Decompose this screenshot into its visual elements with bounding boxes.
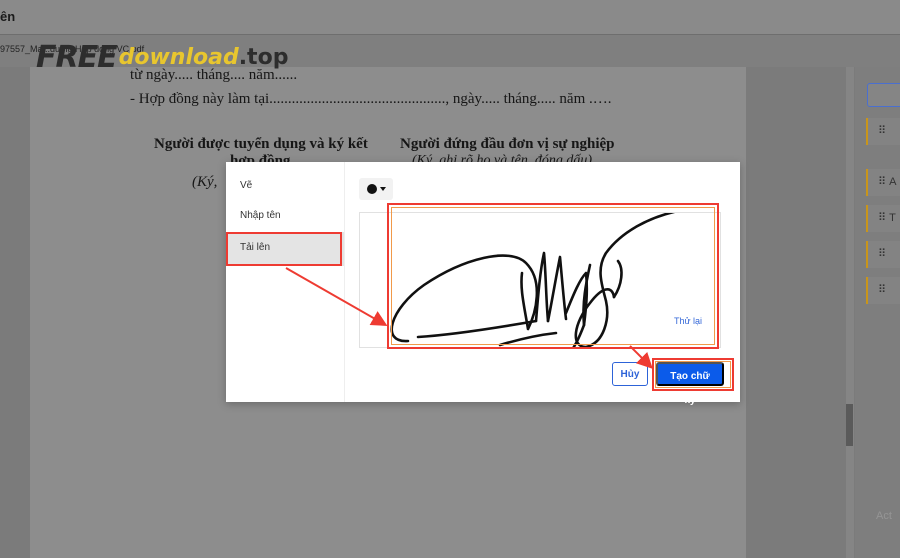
freedownload-logo: FREEdownload.top bbox=[36, 40, 289, 75]
right-panel-item[interactable]: ⠿ T bbox=[866, 205, 900, 232]
drag-handle-icon: ⠿ bbox=[878, 125, 887, 137]
right-panel-item[interactable]: ⠿ bbox=[866, 277, 900, 304]
drag-handle-icon: ⠿ bbox=[878, 176, 887, 188]
doc-heading-employee: Người được tuyển dụng và ký kết bbox=[154, 136, 368, 152]
drag-handle-icon: ⠿ bbox=[878, 248, 887, 260]
app-title: ên bbox=[0, 9, 16, 24]
right-panel-item[interactable]: ⠿ A bbox=[866, 169, 900, 196]
signature-dialog: Vẽ Nhập tên Tải lên Thử lại Hủy Tạo chữ … bbox=[226, 162, 740, 406]
signature-preview[interactable] bbox=[359, 209, 721, 355]
tab-draw[interactable]: Vẽ bbox=[226, 170, 344, 204]
right-panel-item[interactable]: ⠿ bbox=[866, 241, 900, 268]
retry-link[interactable]: Thử lại bbox=[674, 316, 702, 326]
doc-heading-head: Người đứng đầu đơn vị sự nghiệp bbox=[400, 136, 615, 152]
logo-download: download bbox=[118, 45, 239, 70]
chevron-down-icon bbox=[380, 187, 386, 191]
tab-type-name[interactable]: Nhập tên bbox=[226, 200, 344, 234]
tab-upload[interactable]: Tải lên bbox=[226, 232, 344, 266]
signature-image bbox=[390, 209, 680, 355]
scrollbar-thumb[interactable] bbox=[846, 404, 853, 446]
right-panel-item[interactable]: ⠿ bbox=[866, 118, 900, 145]
doc-sign-note: (Ký, bbox=[192, 174, 218, 190]
doc-line-place: - Hợp đồng này làm tại..................… bbox=[130, 91, 612, 107]
right-panel-button[interactable] bbox=[867, 83, 900, 107]
logo-top: .top bbox=[238, 45, 289, 70]
color-swatch-icon bbox=[367, 184, 377, 194]
drag-handle-icon: ⠿ bbox=[878, 212, 887, 224]
app-header: ên bbox=[0, 0, 900, 35]
cancel-button[interactable]: Hủy bbox=[612, 362, 648, 386]
logo-free: FREE bbox=[36, 40, 118, 75]
pen-color-picker[interactable] bbox=[359, 178, 393, 200]
scrollbar-track[interactable] bbox=[846, 67, 854, 558]
signature-mode-tabs: Vẽ Nhập tên Tải lên bbox=[226, 162, 345, 402]
os-watermark: Act bbox=[876, 510, 892, 522]
drag-handle-icon: ⠿ bbox=[878, 284, 887, 296]
create-signature-button[interactable]: Tạo chữ ký bbox=[656, 362, 724, 406]
